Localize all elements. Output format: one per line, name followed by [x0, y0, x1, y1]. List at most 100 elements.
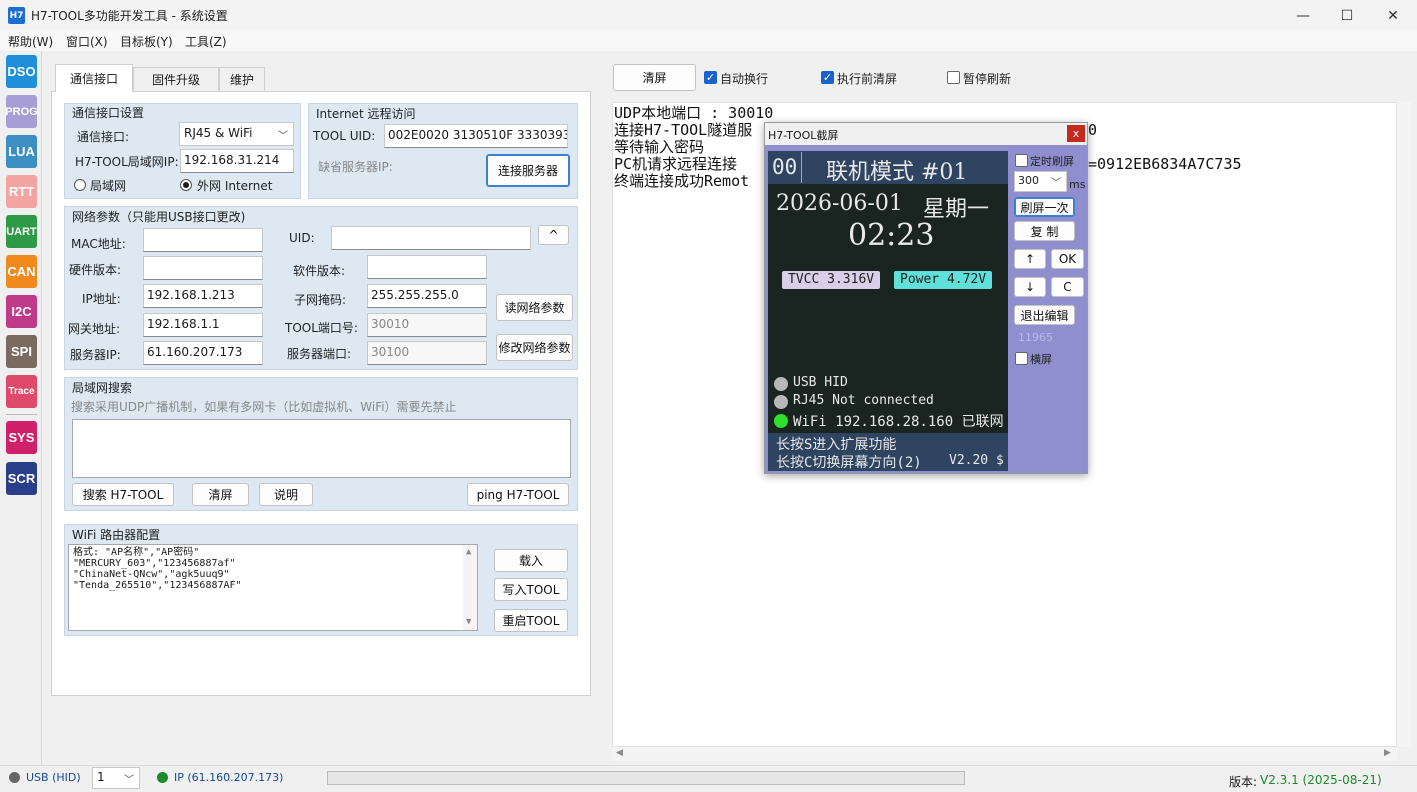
timer-refresh-label: 定时刷屏 [1030, 155, 1074, 168]
tool-port-field[interactable]: 30010 [367, 313, 487, 337]
lcd-version: V2.20 $ [949, 453, 1004, 468]
tool-uid-field[interactable]: 002E0020 3130510F 33303938 [384, 124, 568, 148]
sidebar-item-i2c[interactable]: I2C [6, 295, 37, 328]
hw-version-field[interactable] [143, 256, 263, 280]
lan-ip-label: H7-TOOL局域网IP: [75, 155, 179, 169]
wifi-line: "Tenda_265510","123456887AF" [73, 580, 242, 591]
wifi-config-textarea[interactable]: 格式: "AP名称","AP密码" "MERCURY_603","1234568… [68, 544, 478, 631]
menu-help[interactable]: 帮助(W) [8, 33, 53, 50]
title-bar: H7 H7-TOOL多功能开发工具 - 系统设置 — ☐ ✕ [0, 0, 1417, 31]
log-hscrollbar[interactable]: ◀ ▶ [612, 747, 1397, 761]
channel-select[interactable]: 1 ﹀ [92, 767, 140, 789]
gateway-field[interactable]: 192.168.1.1 [143, 313, 263, 337]
radio-lan[interactable] [74, 179, 86, 191]
version-value: V2.3.1 (2025-08-21) [1260, 773, 1382, 787]
sidebar-item-dso[interactable]: DSO [6, 55, 37, 88]
interval-select[interactable]: 300 ﹀ [1014, 171, 1067, 192]
scroll-right-icon[interactable]: ▶ [1384, 748, 1391, 758]
pause-refresh-checkbox[interactable] [947, 71, 960, 84]
sidebar-item-lua[interactable]: LUA [6, 135, 37, 168]
refresh-once-button[interactable]: 刷屏一次 [1014, 197, 1075, 217]
maximize-button[interactable]: ☐ [1324, 0, 1370, 31]
sidebar-item-trace[interactable]: Trace [6, 375, 37, 408]
menu-tools[interactable]: 工具(Z) [185, 33, 227, 50]
sidebar-item-sys[interactable]: SYS [6, 421, 37, 454]
landscape-label: 横屏 [1030, 353, 1052, 366]
minimize-button[interactable]: — [1280, 0, 1326, 31]
lan-ip-field[interactable]: 192.168.31.214 [180, 149, 294, 173]
sw-version-field[interactable] [367, 255, 487, 279]
modify-net-button[interactable]: 修改网络参数 [496, 334, 573, 361]
ip-status: IP (61.160.207.173) [174, 771, 284, 784]
wifi-write-button[interactable]: 写入TOOL [494, 578, 568, 601]
lcd-date: 2026-06-01 [776, 191, 903, 216]
wifi-load-button[interactable]: 载入 [494, 549, 568, 572]
gateway-label: 网关地址: [68, 322, 121, 336]
app-icon: H7 [8, 7, 25, 24]
dialog-title: H7-TOOL截屏 [765, 123, 1087, 145]
wifi-restart-button[interactable]: 重启TOOL [494, 609, 568, 632]
tab-maintenance[interactable]: 维护 [219, 67, 265, 91]
sidebar-item-spi[interactable]: SPI [6, 335, 37, 368]
iface-select[interactable]: RJ45 & WiFi ﹀ [179, 122, 294, 146]
ip-field[interactable]: 192.168.1.213 [143, 284, 263, 308]
server-port-field[interactable]: 30100 [367, 341, 487, 365]
menu-target[interactable]: 目标板(Y) [120, 33, 173, 50]
clear-before-checkbox[interactable]: ✓ [821, 71, 834, 84]
chevron-down-icon: ﹀ [124, 775, 134, 786]
wifi-line: 格式: "AP名称","AP密码" [73, 547, 200, 558]
radio-wan[interactable] [180, 179, 192, 191]
sidebar-item-rtt[interactable]: RTT [6, 175, 37, 208]
pause-refresh-label: 暂停刷新 [963, 72, 1012, 86]
up-arrow-button[interactable]: ↑ [1014, 249, 1046, 269]
dialog-close-button[interactable]: x [1067, 125, 1085, 142]
mac-field[interactable] [143, 228, 263, 252]
read-net-button[interactable]: 读网络参数 [496, 294, 573, 321]
collapse-button[interactable]: ^ [538, 225, 569, 245]
search-tool-button[interactable]: 搜索 H7-TOOL [72, 483, 174, 506]
clear-search-button[interactable]: 清屏 [192, 483, 249, 506]
copy-button[interactable]: 复 制 [1014, 221, 1075, 241]
server-ip-field[interactable]: 61.160.207.173 [143, 341, 263, 365]
search-result-box[interactable] [72, 419, 571, 478]
ping-tool-button[interactable]: ping H7-TOOL [467, 483, 569, 506]
down-arrow-button[interactable]: ↓ [1014, 277, 1046, 297]
scroll-left-icon[interactable]: ◀ [616, 748, 623, 758]
close-button[interactable]: ✕ [1370, 0, 1416, 31]
sidebar-item-prog[interactable]: PROG [5, 95, 38, 128]
mask-field[interactable]: 255.255.255.0 [367, 284, 487, 308]
usb-status: USB (HID) [26, 771, 81, 784]
sidebar-item-can[interactable]: CAN [6, 255, 37, 288]
interval-value: 300 [1018, 174, 1039, 187]
server-ip-label-net: 服务器IP: [70, 348, 121, 362]
menu-window[interactable]: 窗口(X) [66, 33, 108, 50]
lcd-wifi: WiFi 192.168.28.160 已联网 [793, 414, 1004, 430]
chevron-down-icon: ﹀ [278, 131, 288, 142]
clear-log-button[interactable]: 清屏 [613, 64, 696, 91]
wifi-scrollbar[interactable]: ▲ ▼ [463, 545, 477, 630]
lcd-page-no: 00 [772, 155, 798, 179]
comm-group-title: 通信接口设置 [72, 106, 145, 120]
exit-edit-button[interactable]: 退出编辑 [1014, 305, 1075, 325]
help-button[interactable]: 说明 [259, 483, 313, 506]
iface-label: 通信接口: [77, 130, 130, 144]
lcd-time: 02:23 [848, 218, 935, 253]
sidebar-item-uart[interactable]: UART [6, 215, 37, 248]
remote-group: Internet 远程访问 TOOL UID: 002E0020 3130510… [308, 103, 578, 199]
scroll-up-icon[interactable]: ▲ [466, 547, 471, 558]
ok-button[interactable]: OK [1051, 249, 1084, 269]
lcd-screen: 00 联机模式 #01 2026-06-01 星期一 02:23 TVCC 3.… [768, 151, 1008, 471]
tab-comm[interactable]: 通信接口 [55, 64, 133, 92]
auto-wrap-checkbox[interactable]: ✓ [704, 71, 717, 84]
uid-field[interactable] [331, 226, 531, 250]
connect-server-button[interactable]: 连接服务器 [486, 154, 570, 187]
c-button[interactable]: C [1051, 277, 1084, 297]
landscape-checkbox[interactable] [1015, 352, 1028, 365]
log-vscrollbar[interactable] [1397, 102, 1411, 747]
tab-firmware[interactable]: 固件升级 [133, 67, 219, 91]
scroll-down-icon[interactable]: ▼ [466, 617, 471, 628]
timer-refresh-checkbox[interactable] [1015, 154, 1028, 167]
sidebar-item-scr[interactable]: SCR [6, 462, 37, 495]
status-bar: USB (HID) 1 ﹀ IP (61.160.207.173) 版本: V2… [0, 765, 1417, 792]
server-port-label: 服务器端口: [287, 347, 352, 361]
